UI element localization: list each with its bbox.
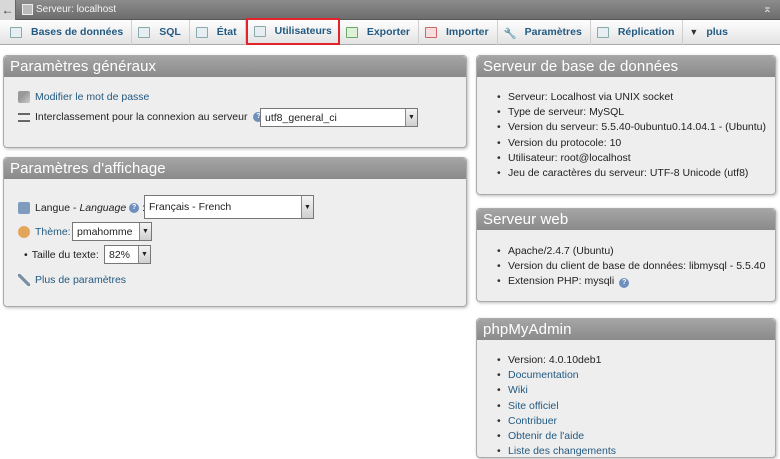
help-icon[interactable]: ? xyxy=(619,278,630,289)
list-item: Version du client de base de données: li… xyxy=(497,259,765,274)
list-item: Type de serveur: MySQL xyxy=(497,105,766,120)
users-icon xyxy=(253,25,266,37)
web-server-panel: Serveur web Apache/2.4.7 (Ubuntu) Versio… xyxy=(476,208,776,302)
status-icon xyxy=(195,26,208,38)
font-size-row: • Taille du texte: xyxy=(24,249,99,261)
tab-export[interactable]: Exporter xyxy=(340,19,420,45)
tab-settings[interactable]: 🔧 Paramètres xyxy=(498,19,591,45)
list-item: Apache/2.4.7 (Ubuntu) xyxy=(497,244,765,259)
list-item: Site officiel xyxy=(497,399,616,414)
list-item: Contribuer xyxy=(497,414,616,429)
import-icon xyxy=(425,26,438,38)
panel-title: Paramètres d'affichage xyxy=(4,158,466,179)
database-icon xyxy=(10,26,22,38)
list-item: Obtenir de l'aide xyxy=(497,429,616,444)
language-select[interactable]: Français - French ▼ xyxy=(144,195,314,219)
changelog-link[interactable]: Liste des changements xyxy=(508,445,616,457)
panel-title: Serveur web xyxy=(477,209,775,230)
general-settings-panel: Paramètres généraux Modifier le mot de p… xyxy=(3,55,467,148)
phpmyadmin-panel: phpMyAdmin Version: 4.0.10deb1 Documenta… xyxy=(476,318,776,459)
export-icon xyxy=(345,26,358,38)
panel-title: phpMyAdmin xyxy=(477,319,775,340)
sql-icon xyxy=(138,26,151,38)
theme-select[interactable]: pmahomme ▼ xyxy=(72,222,152,241)
list-icon xyxy=(18,112,30,122)
web-server-info-list: Apache/2.4.7 (Ubuntu) Version du client … xyxy=(497,244,765,290)
language-row: Langue - Language ?: xyxy=(18,202,145,214)
list-item: Version du serveur: 5.5.40-0ubuntu0.14.0… xyxy=(497,120,766,135)
tab-databases[interactable]: Bases de données xyxy=(4,19,133,45)
database-server-info-list: Serveur: Localhost via UNIX socket Type … xyxy=(497,90,766,181)
tab-more[interactable]: ▼ plus xyxy=(683,20,736,45)
font-size-select[interactable]: 82% ▼ xyxy=(104,245,151,264)
font-size-label: Taille du texte: xyxy=(31,249,99,261)
main-tab-bar: Bases de données SQL État Utilisateurs E… xyxy=(0,17,780,45)
collation-select[interactable]: utf8_general_ci ▼ xyxy=(260,108,418,127)
theme-row: Thème: xyxy=(18,226,71,238)
back-arrow-icon[interactable]: ← xyxy=(0,0,16,20)
display-settings-panel: Paramètres d'affichage Langue - Language… xyxy=(3,157,467,307)
dropdown-arrow-icon: ▼ xyxy=(405,109,417,126)
more-settings-link[interactable]: Plus de paramètres xyxy=(35,274,126,286)
phpmyadmin-info-list: Version: 4.0.10deb1 Documentation Wiki S… xyxy=(497,353,616,459)
server-title[interactable]: Serveur: localhost xyxy=(36,4,116,15)
list-item: Serveur: Localhost via UNIX socket xyxy=(497,90,766,105)
tab-users[interactable]: Utilisateurs xyxy=(245,17,340,45)
change-password-row: Modifier le mot de passe xyxy=(18,91,149,103)
language-icon xyxy=(18,202,30,214)
dropdown-arrow-icon: ▼ xyxy=(301,196,313,218)
language-label-italic: Language xyxy=(79,202,127,214)
tab-status[interactable]: État xyxy=(190,19,246,45)
database-server-panel: Serveur de base de données Serveur: Loca… xyxy=(476,55,776,195)
theme-label[interactable]: Thème: xyxy=(35,226,71,238)
chevron-down-icon: ▼ xyxy=(689,27,699,37)
key-icon xyxy=(18,91,30,103)
replication-icon xyxy=(596,26,609,38)
collapse-icon[interactable]: ⌅ xyxy=(763,2,772,15)
change-password-link[interactable]: Modifier le mot de passe xyxy=(35,91,149,103)
server-icon xyxy=(22,4,33,15)
list-item: Version du protocole: 10 xyxy=(497,136,766,151)
dropdown-arrow-icon: ▼ xyxy=(138,246,150,263)
help-icon[interactable]: ? xyxy=(129,203,140,213)
palette-icon xyxy=(18,226,30,238)
dropdown-arrow-icon: ▼ xyxy=(139,223,151,240)
collation-label: Interclassement pour la connexion au ser… xyxy=(35,111,248,123)
list-item: Liste des changements xyxy=(497,444,616,459)
list-item: Jeu de caractères du serveur: UTF-8 Unic… xyxy=(497,166,766,181)
tab-replication[interactable]: Réplication xyxy=(591,19,684,45)
list-item: Documentation xyxy=(497,368,616,383)
wrench-icon: 🔧 xyxy=(503,27,517,40)
get-help-link[interactable]: Obtenir de l'aide xyxy=(508,430,584,442)
contribute-link[interactable]: Contribuer xyxy=(508,415,557,427)
list-item: Wiki xyxy=(497,383,616,398)
version-item: Version: 4.0.10deb1 xyxy=(497,353,616,368)
language-label: Langue - xyxy=(35,202,77,214)
panel-title: Serveur de base de données xyxy=(477,56,775,77)
collation-row: Interclassement pour la connexion au ser… xyxy=(18,111,269,123)
server-breadcrumb-bar: ← Serveur: localhost ⌅ xyxy=(0,0,780,20)
wrench-icon xyxy=(18,274,30,286)
documentation-link[interactable]: Documentation xyxy=(508,369,579,381)
official-site-link[interactable]: Site officiel xyxy=(508,400,559,412)
tab-sql[interactable]: SQL xyxy=(132,19,190,45)
list-item: Extension PHP: mysqli? xyxy=(497,274,765,290)
panel-title: Paramètres généraux xyxy=(4,56,466,77)
wiki-link[interactable]: Wiki xyxy=(508,384,528,396)
more-settings-row: Plus de paramètres xyxy=(18,274,126,286)
list-item: Utilisateur: root@localhost xyxy=(497,151,766,166)
tab-import[interactable]: Importer xyxy=(419,19,498,45)
